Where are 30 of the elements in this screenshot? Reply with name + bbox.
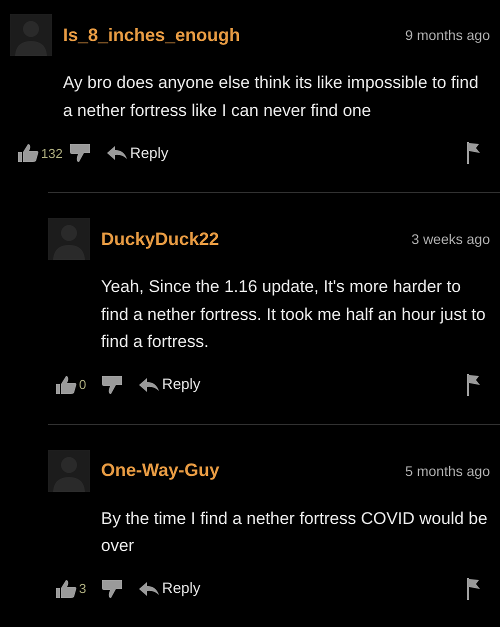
username[interactable]: One-Way-Guy (101, 460, 220, 481)
thumbs-up-icon[interactable] (17, 143, 39, 163)
like-count: 0 (79, 377, 88, 392)
timestamp: 3 weeks ago (411, 231, 490, 247)
comment-text: By the time I find a nether fortress COVID would be over (101, 508, 488, 557)
flag-icon[interactable] (466, 374, 480, 396)
username[interactable]: DuckyDuck22 (101, 228, 220, 250)
like-count: 132 (41, 146, 64, 160)
reply-arrow-icon (107, 146, 127, 160)
flag-icon[interactable] (466, 578, 480, 600)
thumbs-down-icon[interactable] (101, 578, 123, 598)
like-count: 3 (79, 581, 88, 596)
comment-text: Yeah, Since the 1.16 update, It's more harder to find a nether fortress. It took me half an hour just to find a fortress. (101, 276, 487, 353)
timestamp: 5 months ago (405, 462, 490, 478)
reply-button[interactable]: Reply (139, 376, 200, 393)
thumbs-down-icon[interactable] (69, 143, 91, 163)
thumbs-down-icon[interactable] (101, 374, 123, 394)
timestamp: 9 months ago (405, 27, 490, 43)
reply-button[interactable]: Reply (139, 580, 200, 597)
reply-arrow-icon (139, 378, 159, 392)
reply-arrow-icon (139, 582, 159, 596)
comment-text: Ay bro does anyone else think its like impossible to find a nether fortress like I can never find one (63, 72, 480, 122)
flag-icon[interactable] (466, 142, 480, 164)
avatar-icon (48, 450, 90, 492)
avatar-icon (48, 218, 90, 260)
avatar-icon (10, 14, 52, 56)
thumbs-up-icon[interactable] (55, 578, 77, 598)
thumbs-up-icon[interactable] (55, 374, 77, 394)
reply-button[interactable]: Reply (107, 144, 168, 162)
username[interactable]: Is_8_inches_enough (63, 24, 240, 46)
